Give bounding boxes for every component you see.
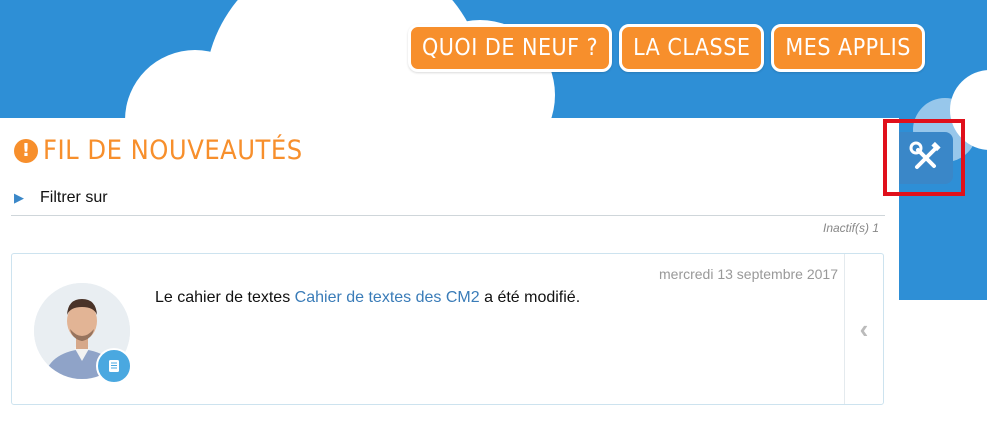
nav-apps-button[interactable]: MES APPLIS <box>771 24 925 72</box>
notebook-link[interactable]: Cahier de textes des CM2 <box>295 289 480 306</box>
page-title: FIL DE NOUVEAUTÉS <box>43 135 303 166</box>
inactive-count: Inactif(s) 1 <box>822 221 879 235</box>
message-text-before: Le cahier de textes <box>155 289 291 306</box>
message-text-after: a été modifié. <box>484 289 581 306</box>
collapse-toggle[interactable]: ‹ <box>844 254 883 404</box>
nav-whats-new-button[interactable]: QUOI DE NEUF ? <box>408 24 613 72</box>
chevron-left-icon: ‹ <box>859 313 869 344</box>
triangle-right-icon: ▶ <box>14 190 24 205</box>
page-header: ! FIL DE NOUVEAUTÉS <box>14 135 303 166</box>
feed-item-date: mercredi 13 septembre 2017 <box>659 266 838 282</box>
notebook-icon <box>96 348 132 384</box>
feed-item: mercredi 13 septembre 2017 Le cahier de … <box>11 253 884 405</box>
highlight-frame <box>883 119 965 196</box>
divider <box>11 215 885 216</box>
nav-class-button[interactable]: LA CLASSE <box>619 24 765 72</box>
filter-label: Filtrer sur <box>40 189 108 206</box>
exclamation-icon: ! <box>14 138 38 163</box>
filter-toggle[interactable]: ▶ Filtrer sur <box>14 189 108 207</box>
feed-item-message: Le cahier de textes Cahier de textes des… <box>155 289 580 307</box>
main-nav: QUOI DE NEUF ? LA CLASSE MES APPLIS <box>408 24 925 72</box>
